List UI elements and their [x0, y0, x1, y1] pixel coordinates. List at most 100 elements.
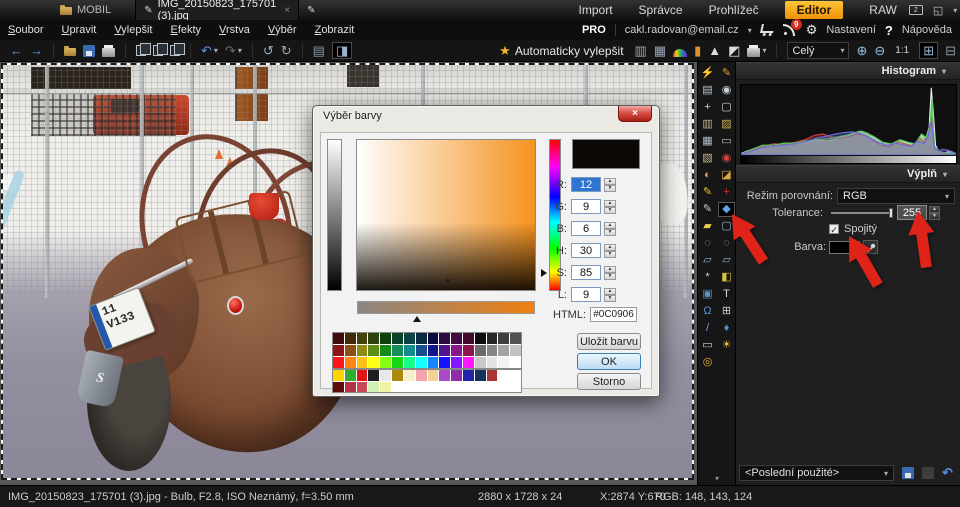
- document-tab[interactable]: ✎ IMG_20150823_175701 (3).jpg ×: [135, 0, 299, 20]
- curves-icon[interactable]: ▦: [654, 44, 666, 57]
- basic-swatch-37[interactable]: [392, 357, 403, 368]
- r-spinner[interactable]: ▲▼: [604, 178, 616, 192]
- basic-swatch-16[interactable]: [333, 345, 344, 356]
- help-label[interactable]: Nápověda: [902, 24, 952, 36]
- preset-select[interactable]: <Poslední použité> ▾: [739, 465, 894, 481]
- shop-cart-icon[interactable]: [760, 24, 775, 33]
- custom-swatch-14[interactable]: [498, 370, 509, 381]
- basic-swatch-41[interactable]: [439, 357, 450, 368]
- h-spinner[interactable]: ▲▼: [604, 244, 616, 258]
- basic-swatch-14[interactable]: [498, 333, 509, 344]
- basic-swatch-12[interactable]: [475, 333, 486, 344]
- contrast-icon[interactable]: ◩: [728, 44, 740, 57]
- delete-preset-icon[interactable]: [922, 467, 934, 479]
- s-spinner[interactable]: ▲▼: [604, 266, 616, 280]
- magic-wand-icon[interactable]: *: [699, 270, 716, 285]
- spin-down-icon[interactable]: ▼: [604, 229, 616, 236]
- spin-up-icon[interactable]: ▲: [604, 200, 616, 207]
- basic-swatch-25[interactable]: [439, 345, 450, 356]
- deform-tool-icon[interactable]: ▨: [718, 117, 735, 132]
- side-panel-toggle-icon[interactable]: ◨: [332, 42, 352, 59]
- basic-swatch-19[interactable]: [368, 345, 379, 356]
- basic-swatch-5[interactable]: [392, 333, 403, 344]
- basic-swatch-0[interactable]: [333, 333, 344, 344]
- paste-special-icon[interactable]: [170, 45, 180, 56]
- shade-gradient-bar[interactable]: [357, 301, 535, 314]
- chevron-down-icon[interactable]: ▾: [762, 47, 766, 55]
- levels-icon[interactable]: ▥: [635, 44, 647, 57]
- spin-down-icon[interactable]: ▼: [604, 295, 616, 302]
- red-eye-tool-icon[interactable]: ◉: [718, 151, 735, 166]
- magnetic-select-icon[interactable]: ▱: [718, 253, 735, 268]
- module-tab-import[interactable]: Import: [579, 3, 613, 17]
- custom-swatch-26[interactable]: [451, 382, 462, 393]
- updates-feed-icon[interactable]: 9: [783, 24, 797, 36]
- menu-zobrazit[interactable]: Zobrazit: [315, 24, 355, 36]
- save-icon[interactable]: [83, 45, 95, 57]
- module-tab-správce[interactable]: Správce: [639, 3, 683, 17]
- account-caret-icon[interactable]: ▾: [748, 26, 752, 35]
- hand-tool-icon[interactable]: +: [699, 100, 716, 115]
- basic-swatch-38[interactable]: [404, 357, 415, 368]
- custom-swatch-25[interactable]: [439, 382, 450, 393]
- basic-swatch-35[interactable]: [368, 357, 379, 368]
- quick-fix-icon[interactable]: ⚡: [699, 66, 716, 81]
- compare-mode-select[interactable]: RGB ▾: [837, 188, 955, 204]
- gear-icon[interactable]: ⚙: [806, 22, 818, 38]
- symbol-tool-icon[interactable]: Ω: [699, 304, 716, 319]
- custom-swatch-19[interactable]: [368, 382, 379, 393]
- r-value-input[interactable]: 12: [571, 177, 601, 192]
- basic-swatch-8[interactable]: [428, 333, 439, 344]
- basic-swatch-20[interactable]: [380, 345, 391, 356]
- second-monitor-icon[interactable]: 2: [909, 5, 923, 15]
- spin-up-icon[interactable]: ▲: [604, 178, 616, 185]
- portrait-tool-icon[interactable]: ◐: [699, 168, 716, 183]
- rotate-right-icon[interactable]: ↻: [281, 44, 292, 57]
- copy-icon[interactable]: [136, 45, 146, 56]
- effects-brush-icon[interactable]: ✎: [718, 66, 735, 81]
- html-color-input[interactable]: #0C0906: [590, 307, 637, 322]
- chevron-down-icon[interactable]: ▾: [214, 47, 218, 55]
- canvas-tool-icon[interactable]: ▭: [718, 134, 735, 149]
- spin-down-icon[interactable]: ▼: [604, 207, 616, 214]
- custom-swatch-12[interactable]: [475, 370, 486, 381]
- color-rainbow-icon[interactable]: [673, 45, 687, 57]
- clone-stamp-icon[interactable]: ▣: [699, 287, 716, 302]
- tolerance-slider[interactable]: [831, 207, 893, 219]
- basic-swatch-28[interactable]: [475, 345, 486, 356]
- basic-swatch-36[interactable]: [380, 357, 391, 368]
- basic-swatch-46[interactable]: [498, 357, 509, 368]
- contiguous-checkbox[interactable]: ✓: [829, 224, 839, 234]
- g-spinner[interactable]: ▲▼: [604, 200, 616, 214]
- menu-efekty[interactable]: Efekty: [170, 24, 201, 36]
- fill-header[interactable]: Výplň ▾: [736, 165, 960, 183]
- basic-swatch-7[interactable]: [416, 333, 427, 344]
- zoom-select-icon[interactable]: Celý▾: [787, 42, 849, 59]
- menu-vylepšit[interactable]: Vylepšit: [114, 24, 152, 36]
- basic-swatch-29[interactable]: [487, 345, 498, 356]
- dialog-close-button[interactable]: ×: [618, 106, 652, 122]
- sharpen-icon[interactable]: ▲: [708, 44, 721, 57]
- spin-up-icon[interactable]: ▲: [604, 244, 616, 251]
- undo-icon[interactable]: ↶▾: [201, 44, 218, 57]
- basic-swatch-47[interactable]: [510, 357, 521, 368]
- basic-swatch-32[interactable]: [333, 357, 344, 368]
- text-tool-icon[interactable]: T: [718, 287, 735, 302]
- paste-icon[interactable]: [153, 45, 163, 56]
- custom-swatch-24[interactable]: [428, 382, 439, 393]
- basic-swatch-44[interactable]: [475, 357, 486, 368]
- filmstrip-toggle-icon[interactable]: ▤: [313, 44, 325, 57]
- basic-swatch-22[interactable]: [404, 345, 415, 356]
- custom-swatch-16[interactable]: [333, 382, 344, 393]
- line-tool-icon[interactable]: /: [699, 321, 716, 336]
- basic-swatch-13[interactable]: [487, 333, 498, 344]
- s-value-input[interactable]: 85: [571, 265, 601, 280]
- print-icon[interactable]: [102, 45, 115, 57]
- back-icon[interactable]: ←: [10, 44, 23, 57]
- menu-upravit[interactable]: Upravit: [61, 24, 96, 36]
- menu-výběr[interactable]: Výběr: [268, 24, 297, 36]
- smoothing-iron-icon[interactable]: ◪: [718, 168, 735, 183]
- module-tab-editor[interactable]: Editor: [785, 1, 844, 19]
- white-balance-icon[interactable]: ▮: [694, 44, 701, 57]
- blur-drop-icon[interactable]: ♦: [718, 321, 735, 336]
